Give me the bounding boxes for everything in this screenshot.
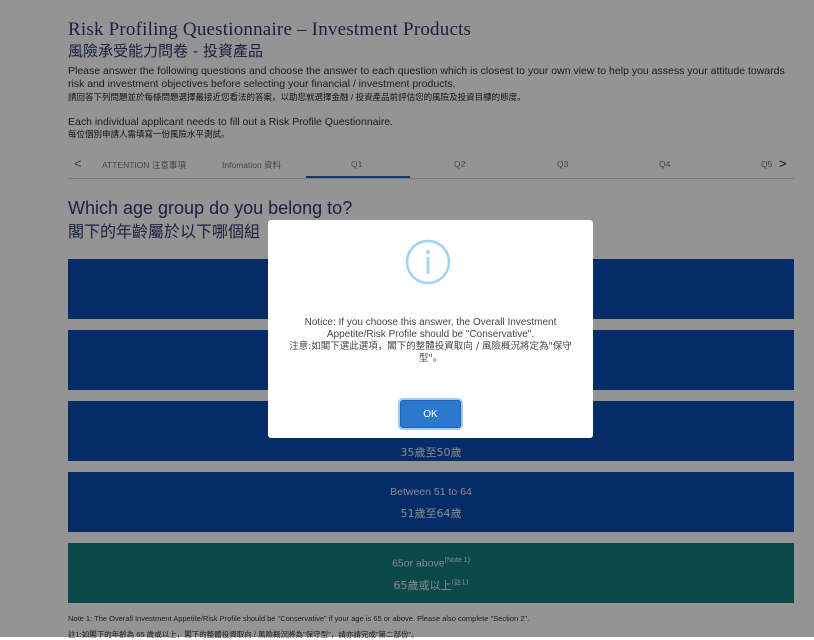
notice-message: Notice: If you choose this answer, the O… xyxy=(288,317,573,365)
ok-button[interactable]: OK xyxy=(400,400,461,428)
notice-message-zh: 注意:如閣下選此選項，閣下的整體投資取向 / 風險概況將定為"保守型"。 xyxy=(289,341,572,364)
notice-dialog: Notice: If you choose this answer, the O… xyxy=(268,220,593,438)
notice-message-en: Notice: If you choose this answer, the O… xyxy=(304,317,557,340)
info-icon xyxy=(405,239,451,285)
